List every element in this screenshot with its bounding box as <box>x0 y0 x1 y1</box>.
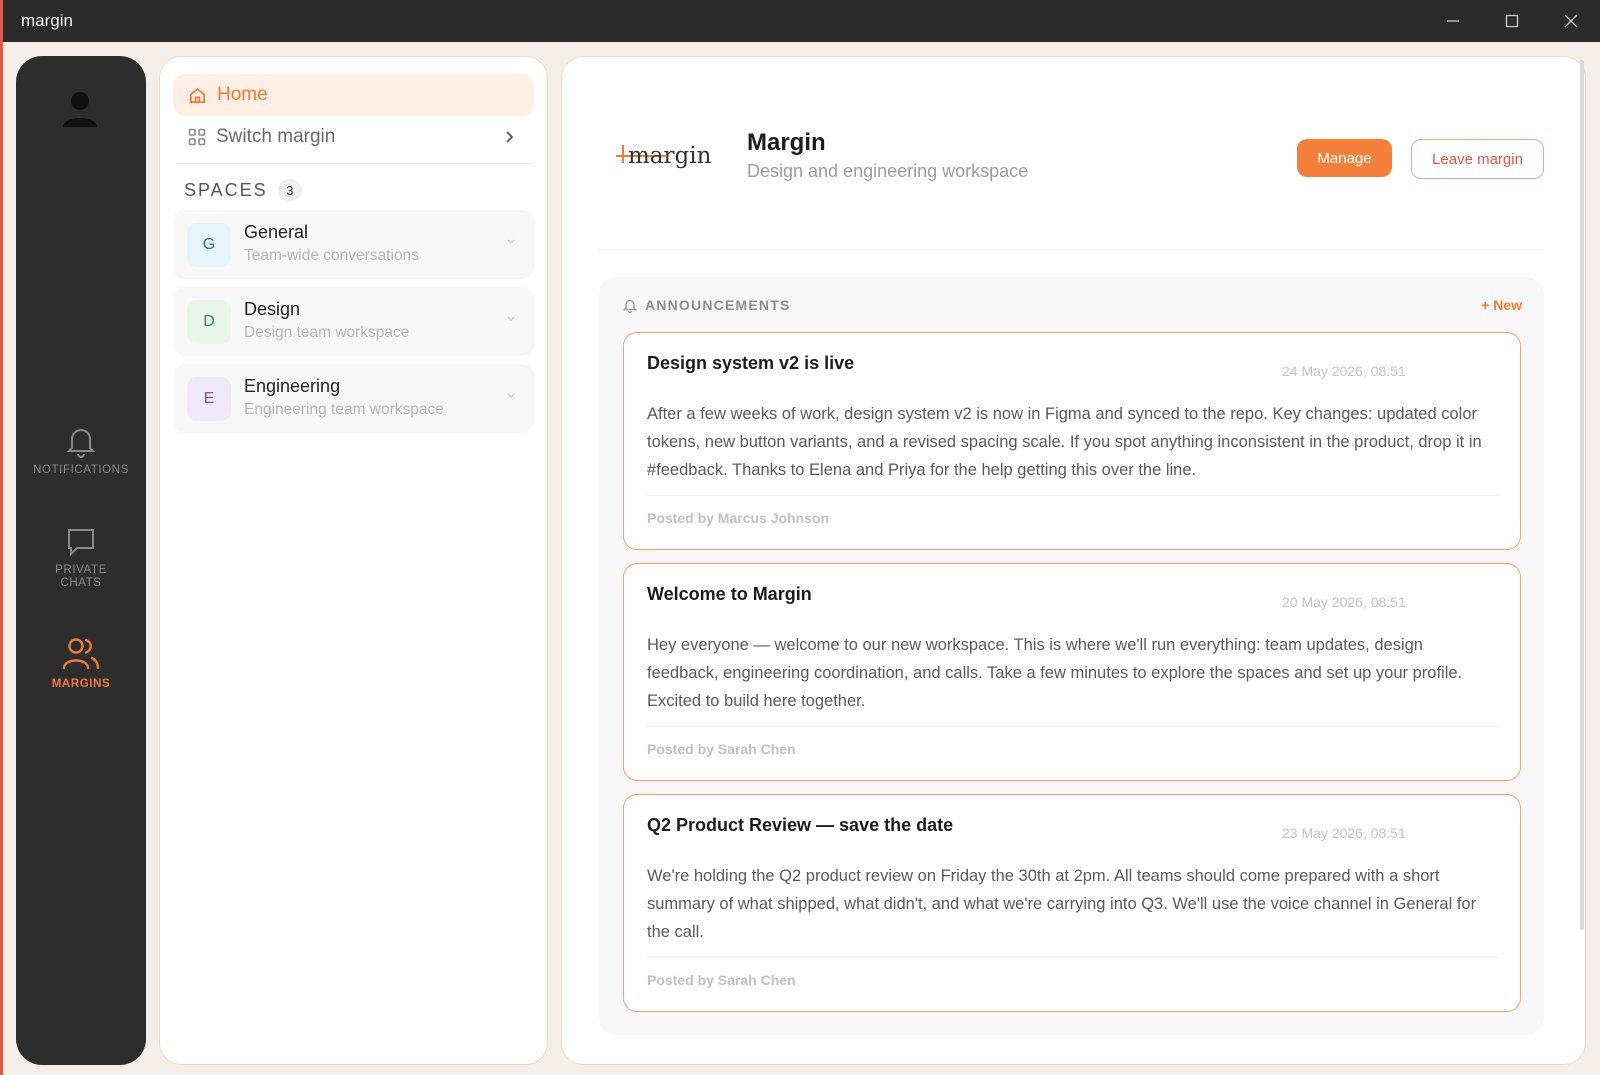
rail-notifications-label: NOTIFICATIONS <box>33 464 129 476</box>
rail-margins[interactable]: MARGINS <box>16 636 146 691</box>
new-announcement-button[interactable]: + New <box>1481 297 1522 313</box>
chevron-down-icon[interactable] <box>506 238 516 245</box>
announcements-heading: ANNOUNCEMENTS <box>623 297 791 313</box>
rail-private-chats-label: PRIVATE CHATS <box>55 564 107 589</box>
logo-wordmark: margin <box>628 143 712 169</box>
spaces-panel: Home Switch margin SPACES 3 G General Te… <box>159 56 548 1065</box>
announcement-title: Welcome to Margin <box>647 584 812 604</box>
announcement-author: Posted by Sarah Chen <box>647 972 796 988</box>
chevron-right-icon <box>506 131 514 143</box>
announcement-body: Hey everyone — welcome to our new worksp… <box>647 636 1463 710</box>
announcement-author: Posted by Sarah Chen <box>647 741 796 757</box>
announcements-section: ANNOUNCEMENTS + New Design system v2 is … <box>599 277 1544 1035</box>
space-name: General <box>244 222 309 242</box>
rail-private-chats[interactable]: PRIVATE CHATS <box>16 524 146 590</box>
space-description: Engineering team workspace <box>244 401 444 418</box>
space-description: Team-wide conversations <box>244 247 419 264</box>
nav-rail: NOTIFICATIONS PRIVATE CHATS MARGINS <box>16 56 146 1065</box>
chat-icon <box>68 529 94 557</box>
leave-margin-button[interactable]: Leave margin <box>1411 139 1544 179</box>
announcement-card[interactable]: Design system v2 is live 24 May 2026, 08… <box>623 332 1521 550</box>
nav-switch-margin[interactable]: Switch margin <box>173 116 534 158</box>
announcement-title: Design system v2 is live <box>647 353 855 373</box>
window-titlebar: margin <box>0 0 1600 42</box>
divider <box>647 957 1499 958</box>
manage-button[interactable]: Manage <box>1297 139 1392 177</box>
nav-switch-label: Switch margin <box>216 126 336 147</box>
announcement-title: Q2 Product Review — save the date <box>647 815 954 835</box>
chevron-down-icon[interactable] <box>506 392 516 399</box>
space-item-general[interactable]: G General Team-wide conversations <box>173 210 534 279</box>
window-controls <box>1423 0 1600 42</box>
nav-home[interactable]: Home <box>173 74 534 116</box>
maximize-icon <box>1505 14 1518 28</box>
close-icon <box>1564 14 1577 28</box>
divider <box>176 163 533 164</box>
maximize-button[interactable] <box>1482 0 1541 42</box>
space-avatar: G <box>187 223 231 267</box>
announcement-card[interactable]: Q2 Product Review — save the date 23 May… <box>623 794 1521 1012</box>
users-icon <box>62 638 100 670</box>
user-avatar-icon[interactable] <box>60 88 100 128</box>
space-description: Design team workspace <box>244 324 410 341</box>
spaces-count-badge: 3 <box>277 179 302 201</box>
announcement-date: 24 May 2026, 08:51 <box>1282 363 1406 379</box>
chevron-down-icon[interactable] <box>506 315 516 322</box>
divider <box>647 495 1499 496</box>
space-name: Design <box>244 299 301 319</box>
nav-home-label: Home <box>217 84 268 105</box>
rail-notifications[interactable]: NOTIFICATIONS <box>16 424 146 477</box>
bell-icon <box>66 429 96 458</box>
announcement-card[interactable]: Welcome to Margin 20 May 2026, 08:51 Hey… <box>623 563 1521 781</box>
space-item-design[interactable]: D Design Design team workspace <box>173 287 534 356</box>
spaces-heading: SPACES 3 <box>184 179 302 201</box>
workspace-logo: margin <box>614 137 718 181</box>
minimize-icon <box>1446 20 1459 22</box>
window-title: margin <box>21 11 73 30</box>
divider <box>598 249 1544 250</box>
space-item-engineering[interactable]: E Engineering Engineering team workspace <box>173 364 534 433</box>
workspace-name: Margin <box>747 129 826 156</box>
rail-margins-label: MARGINS <box>51 678 111 690</box>
announcement-date: 23 May 2026, 08:51 <box>1282 825 1406 841</box>
workspace-description: Design and engineering workspace <box>747 161 1029 181</box>
announcement-body: We're holding the Q2 product review on F… <box>647 867 1477 941</box>
spaces-heading-label: SPACES <box>184 179 268 200</box>
announcement-author: Posted by Marcus Johnson <box>647 510 830 526</box>
space-avatar: E <box>187 377 231 421</box>
scrollbar[interactable] <box>1580 60 1584 930</box>
announcements-heading-label: ANNOUNCEMENTS <box>645 297 791 313</box>
close-window-button[interactable] <box>1541 0 1600 42</box>
logo-mark <box>622 145 624 163</box>
space-avatar: D <box>187 300 231 344</box>
space-name: Engineering <box>244 376 341 396</box>
home-icon <box>189 87 206 103</box>
minimize-button[interactable] <box>1423 0 1482 42</box>
bell-icon <box>623 299 637 313</box>
divider <box>647 726 1499 727</box>
grid-icon <box>188 128 206 146</box>
main-content: margin Margin Design and engineering wor… <box>561 56 1586 1065</box>
announcement-body: After a few weeks of work, design system… <box>647 405 1482 479</box>
announcement-date: 20 May 2026, 08:51 <box>1282 594 1406 610</box>
